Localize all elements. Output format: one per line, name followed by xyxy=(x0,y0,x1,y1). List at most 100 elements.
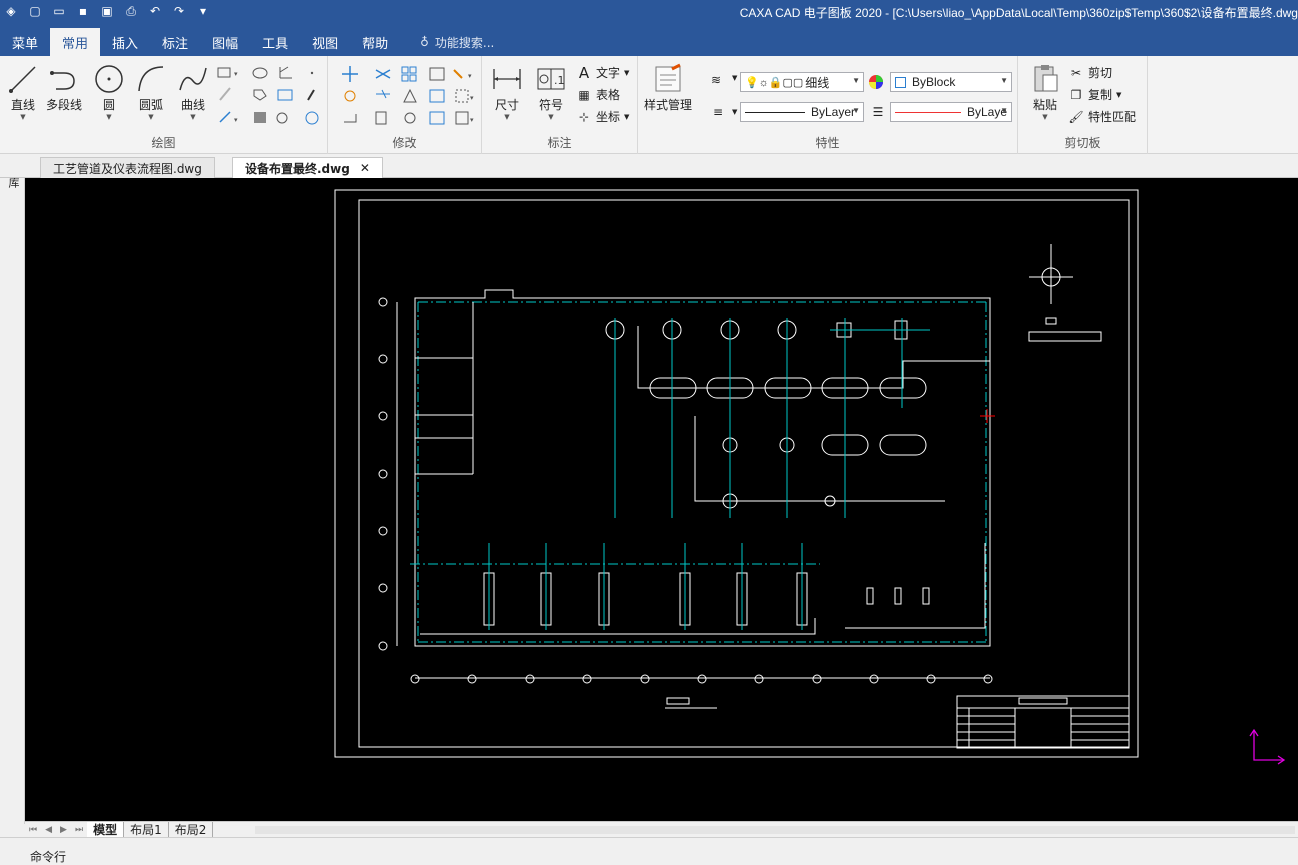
dimension-icon xyxy=(490,62,524,96)
bottom-wall xyxy=(420,618,816,635)
dimension-dropdown-icon[interactable]: ▼ xyxy=(504,113,509,121)
menu-tab-home[interactable]: 常用 xyxy=(50,28,101,56)
menu-tab-insert[interactable]: 插入 xyxy=(100,28,150,56)
draw-group-label: 绘图 xyxy=(151,136,176,150)
copy-button[interactable]: ❐ 复制 ▼ xyxy=(1068,86,1122,103)
cut-label: 剪切 xyxy=(1088,66,1113,80)
arc-button[interactable]: 圆弧 ▼ xyxy=(134,62,168,121)
paste-icon xyxy=(1028,62,1062,96)
symbol-dropdown-icon[interactable]: ▼ xyxy=(548,113,553,121)
text-dropdown-icon[interactable]: ▼ xyxy=(624,69,629,77)
quick-access-toolbar: ◈ ▢ ▭ ▪ ▣ ⎙ ↶ ↷ ▾ xyxy=(0,0,212,22)
layer-manager-icon[interactable]: ≋ xyxy=(708,72,724,88)
first-layout-icon[interactable]: ⏮ xyxy=(29,825,37,835)
bottom-right-wall xyxy=(845,543,986,629)
copy-dropdown-icon[interactable]: ▼ xyxy=(1116,91,1121,99)
layout-tab-2[interactable]: 布局2 xyxy=(169,821,214,838)
modify-tools[interactable]: ▾ ▾ ▾ xyxy=(338,64,478,130)
symbol-button[interactable]: .1 符号 ▼ xyxy=(534,62,568,121)
polyline-button[interactable]: 多段线 xyxy=(46,62,82,113)
linestyle-icon[interactable]: ≡ xyxy=(710,104,726,120)
polyline-label: 多段线 xyxy=(46,98,83,112)
line-button[interactable]: 直线 ▼ xyxy=(6,62,40,121)
coordinate-button[interactable]: ⊹ 坐标 ▼ xyxy=(576,108,629,125)
menu-tab-view[interactable]: 视图 xyxy=(300,28,350,56)
menu-tab-sheet[interactable]: 图幅 xyxy=(200,28,250,56)
arc-icon xyxy=(134,62,168,96)
paste-label: 粘贴 xyxy=(1032,98,1057,112)
drawing-canvas[interactable] xyxy=(25,178,1298,821)
group-clipboard: 粘贴 ▼ ✂ 剪切 ❐ 复制 ▼ 🖌 特性匹配 剪切板 xyxy=(1018,56,1148,154)
cad-drawing xyxy=(334,189,1286,765)
last-layout-icon[interactable]: ⏭ xyxy=(75,825,83,835)
polyline-icon xyxy=(47,62,81,96)
building-outline xyxy=(414,289,991,647)
arc-dropdown-icon[interactable]: ▼ xyxy=(148,113,153,121)
paste-dropdown-icon[interactable]: ▼ xyxy=(1042,113,1047,121)
line-dropdown-icon[interactable]: ▼ xyxy=(20,113,25,121)
coordinate-icon: ⊹ xyxy=(578,109,590,124)
color-wheel-icon[interactable] xyxy=(868,74,884,93)
dimension-lines xyxy=(396,302,990,679)
color-select[interactable]: ByBlock ▼ xyxy=(890,72,1012,92)
color-value: ByBlock xyxy=(912,75,956,89)
redo-icon[interactable]: ↷ xyxy=(170,2,188,20)
scale-bar xyxy=(665,697,717,709)
circle-dropdown-icon[interactable]: ▼ xyxy=(106,113,111,121)
doc-tab-label: 工艺管道及仪表流程图.dwg xyxy=(53,161,202,176)
equipment-centerlines xyxy=(614,318,930,518)
menu-tab-tools[interactable]: 工具 xyxy=(250,28,300,56)
linestyle-dropdown-icon[interactable]: ▼ xyxy=(732,108,737,116)
library-sidebar[interactable]: 图库 xyxy=(0,154,25,824)
match-properties-button[interactable]: 🖌 特性匹配 xyxy=(1068,108,1136,125)
layout-tab-1[interactable]: 布局1 xyxy=(124,821,169,838)
save-as-icon[interactable]: ▣ xyxy=(98,2,116,20)
curve-dropdown-icon[interactable]: ▼ xyxy=(190,113,195,121)
print-icon[interactable]: ⎙ xyxy=(122,2,140,20)
prev-layout-icon[interactable]: ◀ xyxy=(45,825,52,835)
linewidth-value: 细线 xyxy=(805,75,830,90)
doc-tab-label: 设备布置最终.dwg xyxy=(245,161,350,176)
table-button[interactable]: ▦ 表格 xyxy=(576,86,620,103)
menu-tab-help[interactable]: 帮助 xyxy=(350,28,400,56)
dimension-button[interactable]: 尺寸 ▼ xyxy=(490,62,524,121)
svg-text:▾: ▾ xyxy=(470,94,474,102)
horizontal-scrollbar[interactable] xyxy=(255,826,1295,834)
command-line[interactable]: 命令行 xyxy=(0,837,1298,864)
open-file-icon[interactable]: ▭ xyxy=(50,2,68,20)
table-icon: ▦ xyxy=(578,87,590,102)
process-piping-lower xyxy=(694,416,945,502)
style-manager-button[interactable]: 样式管理 xyxy=(644,62,692,113)
function-search[interactable]: ♁ 功能搜索... xyxy=(400,28,494,56)
doc-tab-process-flow[interactable]: 工艺管道及仪表流程图.dwg xyxy=(40,157,215,178)
draw-small-tools[interactable]: ▾ ▾ xyxy=(216,64,322,130)
text-label: 文字 xyxy=(596,66,621,80)
linetype2-select[interactable]: ByLaye ▼ xyxy=(890,102,1012,122)
svg-text:▾: ▾ xyxy=(234,116,238,124)
curve-button[interactable]: 曲线 ▼ xyxy=(176,62,210,121)
layout-tab-model[interactable]: 模型 xyxy=(87,821,125,838)
lineweight-icon[interactable]: ☰ xyxy=(870,104,886,120)
new-file-icon[interactable]: ▢ xyxy=(26,2,44,20)
menu-tab-annotate[interactable]: 标注 xyxy=(150,28,200,56)
close-tab-icon[interactable]: ✕ xyxy=(360,161,370,175)
menu-tab-menu[interactable]: 菜单 xyxy=(0,28,50,56)
save-icon[interactable]: ▪ xyxy=(74,2,92,20)
layer-state-icons: 💡☼🔒▢▢ xyxy=(745,76,804,89)
qat-customize-icon[interactable]: ▾ xyxy=(194,2,212,20)
doc-tab-equipment-layout[interactable]: 设备布置最终.dwg ✕ xyxy=(232,157,383,178)
coordinate-dropdown-icon[interactable]: ▼ xyxy=(624,113,629,121)
next-layout-icon[interactable]: ▶ xyxy=(60,825,67,835)
layer-dropdown-icon[interactable]: ▼ xyxy=(732,74,737,82)
text-button[interactable]: A 文字 ▼ xyxy=(576,64,630,82)
paste-button[interactable]: 粘贴 ▼ xyxy=(1028,62,1062,121)
pumps xyxy=(483,572,930,626)
layer-select[interactable]: 💡☼🔒▢▢ 细线 ▼ xyxy=(740,72,864,92)
linetype-preview xyxy=(745,111,805,113)
cut-button[interactable]: ✂ 剪切 xyxy=(1068,64,1112,81)
linetype-select[interactable]: ByLayer ▼ xyxy=(740,102,864,122)
title-block xyxy=(956,695,1130,749)
app-logo-icon[interactable]: ◈ xyxy=(2,2,20,20)
undo-icon[interactable]: ↶ xyxy=(146,2,164,20)
circle-button[interactable]: 圆 ▼ xyxy=(92,62,126,121)
